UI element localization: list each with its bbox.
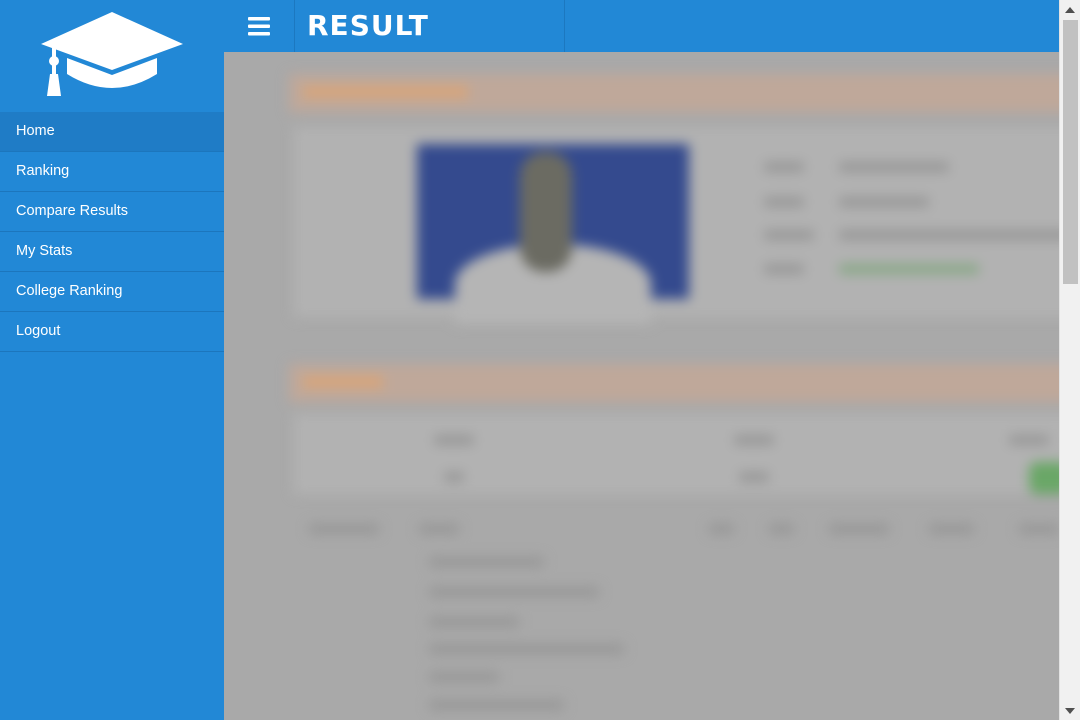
graduation-cap-icon	[0, 0, 224, 112]
vertical-scrollbar[interactable]	[1059, 0, 1080, 720]
app-title: RESULT PORTAL	[295, 0, 565, 94]
scroll-thumb[interactable]	[1063, 20, 1078, 284]
sidebar: Home Ranking Compare Results My Stats Co…	[0, 0, 224, 720]
sidebar-item-ranking[interactable]: Ranking	[0, 152, 224, 192]
sidebar-item-compare-results[interactable]: Compare Results	[0, 192, 224, 232]
sidebar-item-college-ranking[interactable]: College Ranking	[0, 272, 224, 312]
sidebar-item-logout[interactable]: Logout	[0, 312, 224, 352]
scroll-down-arrow-icon[interactable]	[1065, 708, 1075, 714]
sidebar-nav: Home Ranking Compare Results My Stats Co…	[0, 112, 224, 352]
hamburger-menu-icon[interactable]	[224, 0, 295, 52]
scroll-up-arrow-icon[interactable]	[1065, 7, 1075, 13]
sidebar-item-my-stats[interactable]: My Stats	[0, 232, 224, 272]
student-photo	[417, 144, 689, 324]
sidebar-item-home[interactable]: Home	[0, 112, 224, 152]
main-content-blurred	[224, 52, 1059, 720]
top-bar: RESULT PORTAL	[224, 0, 1059, 94]
